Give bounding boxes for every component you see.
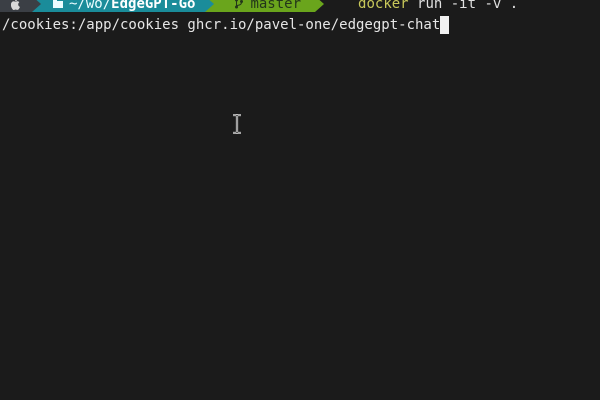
branch-name: master [250, 0, 302, 12]
path-dir: EdgeGPT-Go [111, 0, 196, 12]
continuation-text: /cookies:/app/cookies ghcr.io/pavel-one/… [2, 17, 441, 33]
segment-separator [315, 0, 325, 12]
path-segment: ~/wo/EdgeGPT-Go [41, 0, 206, 12]
path-prefix: ~/wo/ [69, 0, 112, 12]
segment-separator [205, 0, 215, 12]
segment-separator [32, 0, 41, 12]
text-cursor [440, 16, 450, 34]
command-args: run -it -v . [408, 0, 519, 12]
branch-icon [235, 0, 244, 9]
command-continuation: /cookies:/app/cookies ghcr.io/pavel-one/… [2, 15, 450, 35]
folder-icon [53, 0, 63, 8]
command-name: docker [358, 0, 409, 12]
command-text: docker run -it -v . [324, 0, 518, 12]
git-segment: master [214, 0, 316, 12]
prompt-line: ~/wo/EdgeGPT-Go master docker run -it -v… [0, 0, 600, 12]
ibeam-cursor-icon [233, 114, 241, 134]
os-segment [0, 0, 32, 12]
apple-icon [11, 0, 20, 10]
terminal-window[interactable]: ~/wo/EdgeGPT-Go master docker run -it -v… [0, 0, 600, 400]
